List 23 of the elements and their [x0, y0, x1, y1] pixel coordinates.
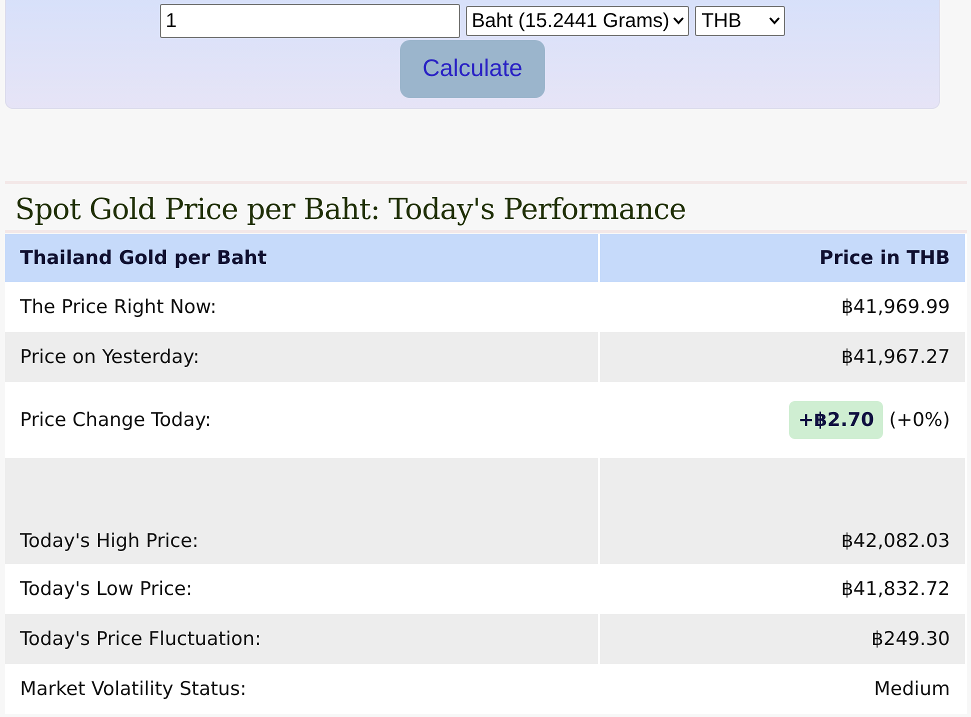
table-cell: ฿41,969.99	[599, 282, 966, 332]
table-cell: ฿41,832.72	[599, 564, 966, 614]
amount-field[interactable]: 1	[160, 4, 460, 38]
table-cell: Today's Low Price:	[5, 564, 599, 614]
change-percent: (+0%)	[889, 409, 950, 431]
table-cell: The Price Right Now:	[5, 282, 599, 332]
table-cell: ฿249.30	[599, 614, 966, 664]
table-cell: Medium	[599, 664, 966, 714]
table-cell: Price Change Today:	[5, 382, 599, 458]
table-cell: Today's Price Fluctuation:	[5, 614, 599, 664]
column-header: Thailand Gold per Baht	[5, 234, 599, 282]
chevron-icon	[673, 17, 684, 25]
table-cell: ฿42,082.03	[599, 458, 966, 564]
chevron-icon	[769, 17, 780, 25]
table-cell: Today's High Price:	[5, 458, 599, 564]
table-cell: ฿41,967.27	[599, 332, 966, 382]
calculate-button[interactable]: Calculate	[400, 40, 545, 98]
unit-dropdown[interactable]: Baht (15.2441 Grams)	[466, 6, 690, 36]
table-cell: Market Volatility Status:	[5, 664, 599, 714]
table-cell: Price on Yesterday:	[5, 332, 599, 382]
column-header: Price in THB	[599, 234, 966, 282]
change-badge: +฿2.70	[789, 401, 884, 439]
currency-dropdown[interactable]: THB	[695, 6, 786, 36]
